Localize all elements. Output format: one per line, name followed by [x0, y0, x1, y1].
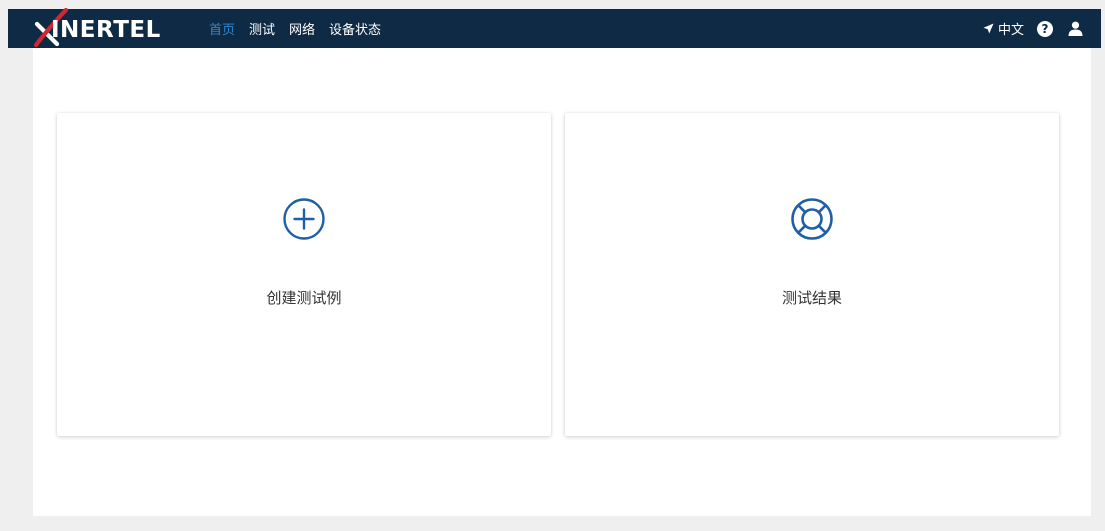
lifebuoy-icon: [791, 198, 833, 240]
main-content: 创建测试例 测试结果: [33, 48, 1091, 516]
language-switcher[interactable]: 中文: [983, 19, 1024, 38]
nav-menu: 首页 测试 网络 设备状态: [209, 9, 395, 48]
create-test-case-card[interactable]: 创建测试例: [57, 113, 551, 436]
test-results-card[interactable]: 测试结果: [565, 113, 1059, 436]
brand-text: INERTEL: [51, 17, 161, 43]
help-icon[interactable]: ?: [1037, 20, 1053, 37]
nav-item-test[interactable]: 测试: [249, 19, 275, 38]
brand-logo[interactable]: INERTEL: [33, 7, 183, 48]
user-icon[interactable]: [1068, 21, 1083, 36]
language-label: 中文: [997, 23, 1024, 38]
create-test-case-label: 创建测试例: [266, 289, 342, 307]
plus-circle-icon: [283, 198, 325, 240]
nav-item-network[interactable]: 网络: [289, 19, 315, 38]
top-navbar: INERTEL 首页 测试 网络 设备状态 中文 ?: [8, 7, 1101, 48]
nav-item-home[interactable]: 首页: [209, 19, 235, 38]
nav-item-device-status[interactable]: 设备状态: [329, 19, 381, 38]
test-results-label: 测试结果: [781, 289, 842, 307]
nav-right-tools: 中文 ?: [983, 9, 1083, 48]
location-arrow-icon: [983, 23, 994, 34]
